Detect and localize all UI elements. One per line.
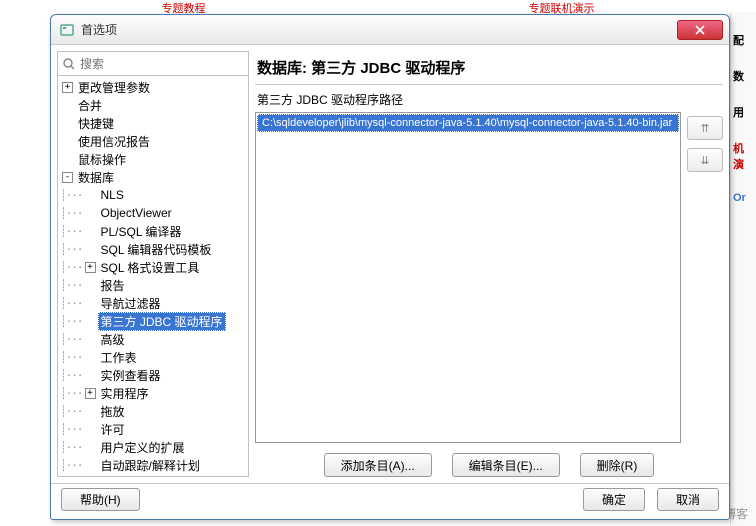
tree-item-label: 拖放: [98, 403, 128, 420]
tree-item[interactable]: ┊··· 实例查看器: [60, 366, 248, 384]
expand-icon[interactable]: +: [62, 82, 73, 93]
tree-guide: ┊···: [60, 459, 83, 472]
tree-guide: ┊···: [60, 387, 83, 400]
tree-guide: ┊···: [60, 225, 83, 238]
driver-path-item[interactable]: C:\sqldeveloper\jlib\mysql-connector-jav…: [257, 114, 679, 132]
tree-item[interactable]: ┊··· PL/SQL 编译器: [60, 222, 248, 240]
help-button[interactable]: 帮助(H): [61, 488, 140, 511]
tree-item[interactable]: 鼠标操作: [60, 150, 248, 168]
tree-item-label: 合并: [75, 97, 105, 114]
tree-guide: ┊···: [60, 369, 83, 382]
dialog-title: 首选项: [81, 21, 677, 38]
tree-item[interactable]: 合并: [60, 96, 248, 114]
background-sidebar: 配数用 机演Or: [730, 12, 756, 526]
tree-guide: ┊···: [60, 423, 83, 436]
background-header: 专题教程 专题联机演示: [0, 0, 756, 15]
tree-item-label: 高级: [98, 331, 128, 348]
ok-button[interactable]: 确定: [583, 488, 645, 511]
tree-item[interactable]: ┊··· 第三方 JDBC 驱动程序: [60, 312, 248, 330]
tree-item-label: SQL 格式设置工具: [98, 259, 203, 276]
close-button[interactable]: [677, 20, 723, 40]
add-entry-button[interactable]: 添加条目(A)...: [324, 453, 432, 477]
tree-item[interactable]: +更改管理参数: [60, 78, 248, 96]
tree-guide: ┊···: [60, 279, 83, 292]
tree-item-label: 用户定义的扩展: [98, 439, 188, 456]
tree-item-label: 实用程序: [98, 385, 152, 402]
tree-item[interactable]: ┊···+实用程序: [60, 384, 248, 402]
tree-guide: ┊···: [60, 189, 83, 202]
arrow-up-icon: ⇈: [700, 122, 709, 135]
tree-item[interactable]: ┊··· 高级: [60, 330, 248, 348]
search-input[interactable]: [80, 57, 244, 71]
tree-guide: ┊···: [60, 405, 83, 418]
tree-item-label: 快捷键: [75, 115, 117, 132]
tree-item[interactable]: ┊··· 许可: [60, 420, 248, 438]
tree-guide: ┊···: [60, 351, 83, 364]
edit-entry-button[interactable]: 编辑条目(E)...: [452, 453, 560, 477]
tree-guide: ┊···: [60, 261, 83, 274]
tree-item-label: 报告: [98, 277, 128, 294]
tree-item[interactable]: ┊··· 报告: [60, 276, 248, 294]
tree-item[interactable]: ┊···+SQL 格式设置工具: [60, 258, 248, 276]
tree-item-label: SQL 编辑器代码模板: [98, 241, 215, 258]
cancel-button[interactable]: 取消: [657, 488, 719, 511]
left-panel: +更改管理参数合并快捷键使用信况报告鼠标操作-数据库┊···NLS┊···Obj…: [57, 51, 249, 477]
tree-item-label: 第三方 JDBC 驱动程序: [98, 312, 226, 331]
tree-item-label: 自动跟踪/解释计划: [98, 457, 203, 474]
titlebar: 首选项: [51, 15, 729, 45]
expand-icon[interactable]: +: [85, 262, 96, 273]
tree-guide: ┊···: [60, 315, 83, 328]
panel-subheading: 第三方 JDBC 驱动程序路径: [255, 85, 723, 112]
tree-item[interactable]: ┊··· 用户定义的扩展: [60, 438, 248, 456]
driver-path-list[interactable]: C:\sqldeveloper\jlib\mysql-connector-jav…: [255, 112, 681, 443]
app-icon: [59, 22, 75, 38]
right-panel: 数据库: 第三方 JDBC 驱动程序 第三方 JDBC 驱动程序路径 C:\sq…: [255, 51, 723, 477]
tree-guide: ┊···: [60, 333, 83, 346]
tree-item[interactable]: ┊··· ObjectViewer: [60, 204, 248, 222]
tree-item-label: ObjectViewer: [98, 206, 175, 220]
search-icon: [62, 57, 76, 71]
expand-icon[interactable]: +: [85, 388, 96, 399]
tree-item-label: NLS: [98, 188, 127, 202]
tree-item[interactable]: ┊··· NLS: [60, 186, 248, 204]
tree-item-label: 实例查看器: [98, 367, 164, 384]
dialog-footer: 帮助(H) 确定 取消: [51, 483, 729, 515]
tree-item-label: 许可: [98, 421, 128, 438]
move-up-button[interactable]: ⇈: [687, 116, 723, 140]
collapse-icon[interactable]: -: [62, 172, 73, 183]
tree-item-label: 数据库: [75, 169, 117, 186]
delete-button[interactable]: 删除(R): [580, 453, 655, 477]
tree-guide: ┊···: [60, 207, 83, 220]
tree-item[interactable]: ┊··· 导航过滤器: [60, 294, 248, 312]
tree-item-label: 鼠标操作: [75, 151, 129, 168]
tree-item[interactable]: ┊··· 拖放: [60, 402, 248, 420]
close-icon: [695, 25, 705, 35]
move-down-button[interactable]: ⇊: [687, 148, 723, 172]
panel-heading: 数据库: 第三方 JDBC 驱动程序: [255, 51, 723, 85]
tree-item[interactable]: 快捷键: [60, 114, 248, 132]
category-tree[interactable]: +更改管理参数合并快捷键使用信况报告鼠标操作-数据库┊···NLS┊···Obj…: [58, 76, 248, 476]
tree-guide: ┊···: [60, 441, 83, 454]
tree-guide: ┊···: [60, 297, 83, 310]
tree-item[interactable]: ┊··· 工作表: [60, 348, 248, 366]
tree-item-label: 工作表: [98, 349, 140, 366]
tree-item[interactable]: ┊··· SQL 编辑器代码模板: [60, 240, 248, 258]
tree-item[interactable]: 使用信况报告: [60, 132, 248, 150]
preferences-dialog: 首选项 +更改管理参数合并快捷键使用信况报告鼠标操作-数据库┊···NLS┊··…: [50, 14, 730, 520]
tree-item-label: 更改管理参数: [75, 79, 153, 96]
arrow-down-icon: ⇊: [700, 154, 709, 167]
tree-guide: ┊···: [60, 243, 83, 256]
tree-item[interactable]: ┊··· 自动跟踪/解释计划: [60, 456, 248, 474]
tree-item-label: 导航过滤器: [98, 295, 164, 312]
tree-item[interactable]: -数据库: [60, 168, 248, 186]
tree-item-label: 使用信况报告: [75, 133, 153, 150]
tree-item-label: PL/SQL 编译器: [98, 223, 185, 240]
search-box[interactable]: [58, 52, 248, 76]
